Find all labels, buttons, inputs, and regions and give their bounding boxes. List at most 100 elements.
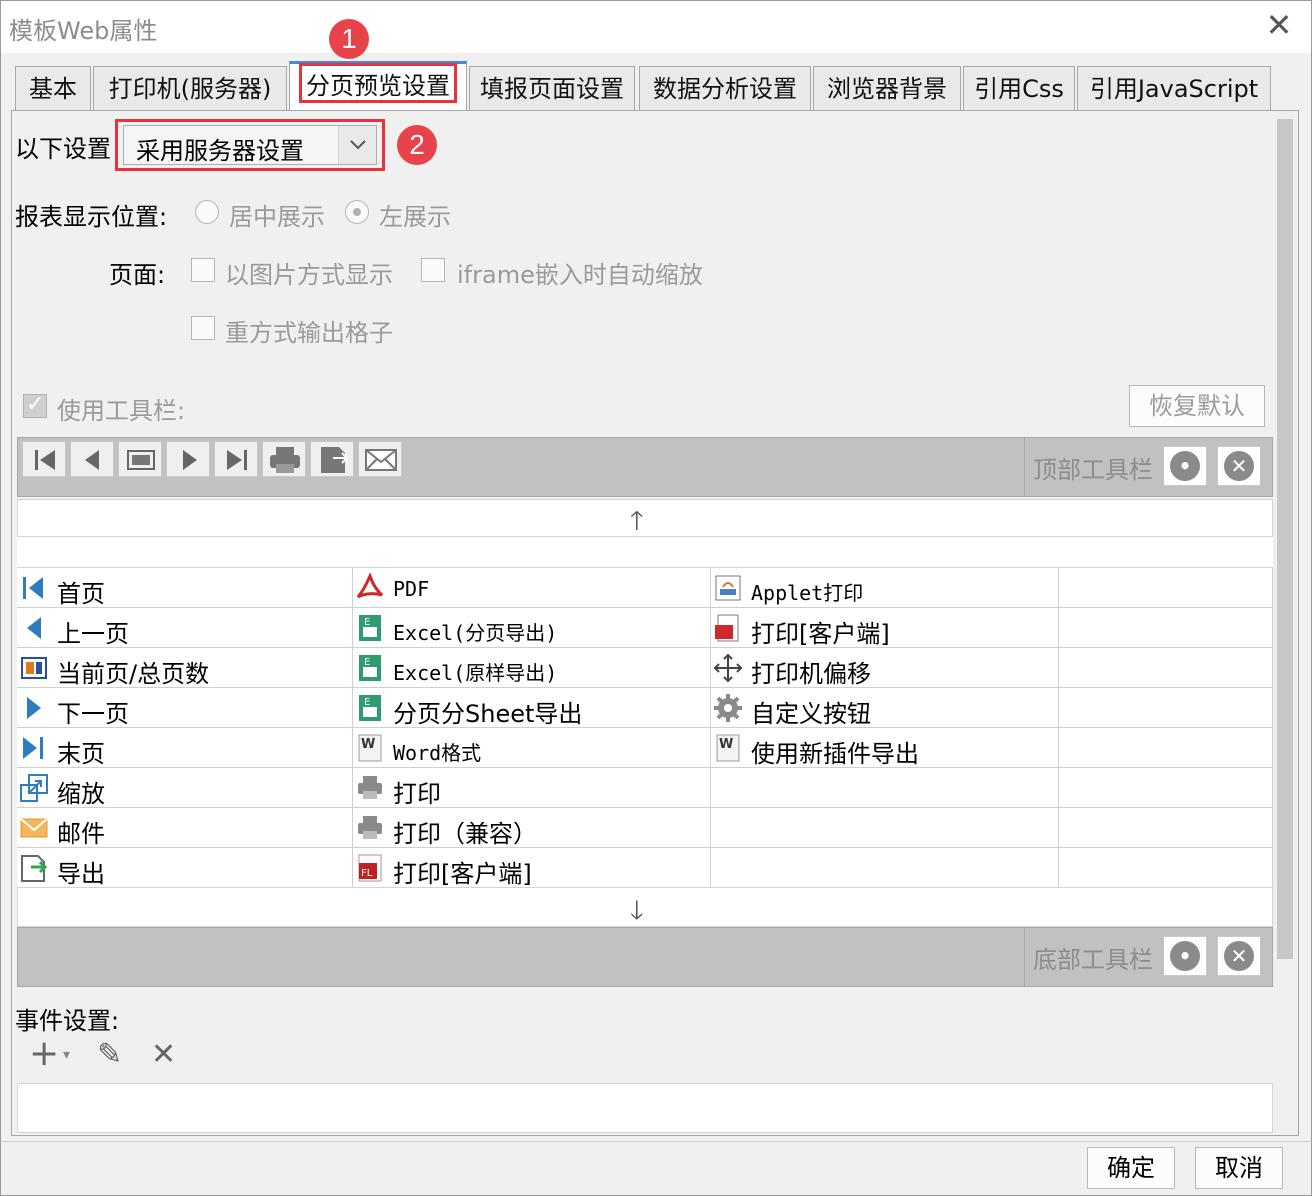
bottom-toolbar-controls: 底部工具栏 • ✕ [1025,927,1273,987]
tab-basic[interactable]: 基本 [15,66,91,110]
radio-center[interactable] [195,200,219,224]
list-item[interactable]: E Excel(原样导出) [353,648,711,688]
tab-printer-server[interactable]: 打印机(服务器) [93,66,287,110]
list-item[interactable]: 当前页/总页数 [17,648,353,688]
list-item[interactable]: 缩放 [17,768,353,808]
first-page-icon[interactable] [22,441,66,477]
display-position-label: 报表显示位置: [15,203,168,231]
events-list[interactable] [17,1083,1273,1133]
list-item[interactable]: 导出 [17,848,353,888]
svg-text:E: E [364,657,370,668]
list-item[interactable]: 下一页 [17,688,353,728]
list-item[interactable] [1059,848,1273,888]
list-item-label: 使用新插件导出 [751,740,919,768]
checkbox-use-toolbar[interactable] [23,392,47,418]
list-item-label: 末页 [57,740,105,768]
callout-badge-2: 2 [397,125,437,165]
list-item[interactable]: 首页 [17,568,353,608]
list-item[interactable]: 邮件 [17,808,353,848]
cancel-button[interactable]: 取消 [1195,1147,1283,1189]
repeat-cells-label: 重方式输出格子 [225,319,393,347]
list-item[interactable]: Applet打印 [711,568,1059,608]
close-icon[interactable]: ✕ [1263,9,1295,41]
settings-dot-icon: • [1170,451,1200,481]
checkbox-as-image[interactable] [191,258,215,282]
svg-text:W: W [719,737,733,752]
list-item[interactable] [711,768,1059,808]
restore-default-button[interactable]: 恢复默认 [1129,385,1265,427]
list-item[interactable]: 打印机偏移 [711,648,1059,688]
add-icon[interactable]: + [29,1033,59,1074]
print-icon [358,816,382,839]
email-icon [20,818,48,838]
print-icon[interactable] [262,441,306,477]
top-toolbar-label: 顶部工具栏 [1033,456,1153,484]
bottom-toolbar-label: 底部工具栏 [1033,946,1153,974]
scrollbar-thumb[interactable] [1277,119,1293,959]
move-up-row[interactable]: 🡑 [17,499,1273,537]
list-item-label: 缩放 [57,780,105,808]
top-toolbar-remove-button[interactable]: ✕ [1217,446,1261,486]
list-item[interactable]: FL 打印[客户端] [353,848,711,888]
list-item[interactable] [1059,728,1273,768]
list-item[interactable] [1059,808,1273,848]
list-item-label: 首页 [57,580,105,608]
bottom-toolbar-remove-button[interactable]: ✕ [1217,936,1261,976]
delete-icon[interactable]: ✕ [151,1037,176,1072]
tab-browser-background[interactable]: 浏览器背景 [813,66,961,110]
list-item[interactable]: W 使用新插件导出 [711,728,1059,768]
list-item[interactable] [1059,688,1273,728]
export-icon[interactable] [310,441,354,477]
email-icon[interactable] [358,441,402,477]
tab-data-analysis[interactable]: 数据分析设置 [639,66,811,110]
list-item-label: 当前页/总页数 [57,660,210,688]
checkbox-repeat-cells[interactable] [191,316,215,340]
ok-button[interactable]: 确定 [1087,1147,1175,1189]
list-item[interactable] [1059,568,1273,608]
next-page-icon[interactable] [166,441,210,477]
window-title: 模板Web属性 [9,17,158,45]
list-item[interactable]: 上一页 [17,608,353,648]
svg-text:W: W [361,737,375,752]
last-page-icon[interactable] [214,441,258,477]
list-item[interactable] [711,808,1059,848]
prev-page-icon[interactable] [70,441,114,477]
list-item[interactable] [1059,608,1273,648]
top-toolbar-settings-button[interactable]: • [1163,446,1207,486]
list-item-label: Excel(原样导出) [393,661,558,685]
callout-badge-1: 1 [329,19,369,59]
list-item[interactable]: E Excel(分页导出) [353,608,711,648]
list-item[interactable]: PDF [353,568,711,608]
list-item-label: 下一页 [57,700,129,728]
list-item[interactable] [1059,648,1273,688]
list-item[interactable]: 自定义按钮 [711,688,1059,728]
toolbar-button-grid: 首页 PDF Applet打印 上一页 E Excel(分页导出) 打印[客户端… [17,567,1273,888]
tab-fill-page[interactable]: 填报页面设置 [469,66,635,110]
list-item[interactable] [711,848,1059,888]
settings-dot-icon: • [1170,941,1200,971]
edit-icon[interactable]: ✎ [97,1037,122,1072]
remove-icon: ✕ [1224,451,1254,481]
radio-center-label: 居中展示 [229,203,325,231]
list-item[interactable]: 打印（兼容） [353,808,711,848]
list-item-label: 打印[客户端] [751,620,890,648]
list-item[interactable] [1059,768,1273,808]
list-item[interactable]: E 分页分Sheet导出 [353,688,711,728]
svg-text:FL: FL [361,868,373,879]
bottom-toolbar-preview [17,927,1025,987]
list-item[interactable]: W Word格式 [353,728,711,768]
list-item[interactable]: 打印[客户端] [711,608,1059,648]
radio-left[interactable] [345,200,369,224]
tab-javascript[interactable]: 引用JavaScript [1077,66,1271,110]
add-dropdown-icon[interactable]: ▾ [63,1047,70,1063]
checkbox-iframe-zoom[interactable] [421,258,445,282]
remove-icon: ✕ [1224,941,1254,971]
dialog-window: 模板Web属性 ✕ 基本 打印机(服务器) 分页预览设置 填报页面设置 数据分析… [0,0,1312,1196]
list-item[interactable]: 打印 [353,768,711,808]
prev-page-icon [27,617,41,639]
list-item[interactable]: 末页 [17,728,353,768]
move-down-row[interactable]: 🡓 [17,887,1273,927]
tab-css[interactable]: 引用Css [963,66,1075,110]
page-number-icon[interactable] [118,441,162,477]
bottom-toolbar-settings-button[interactable]: • [1163,936,1207,976]
